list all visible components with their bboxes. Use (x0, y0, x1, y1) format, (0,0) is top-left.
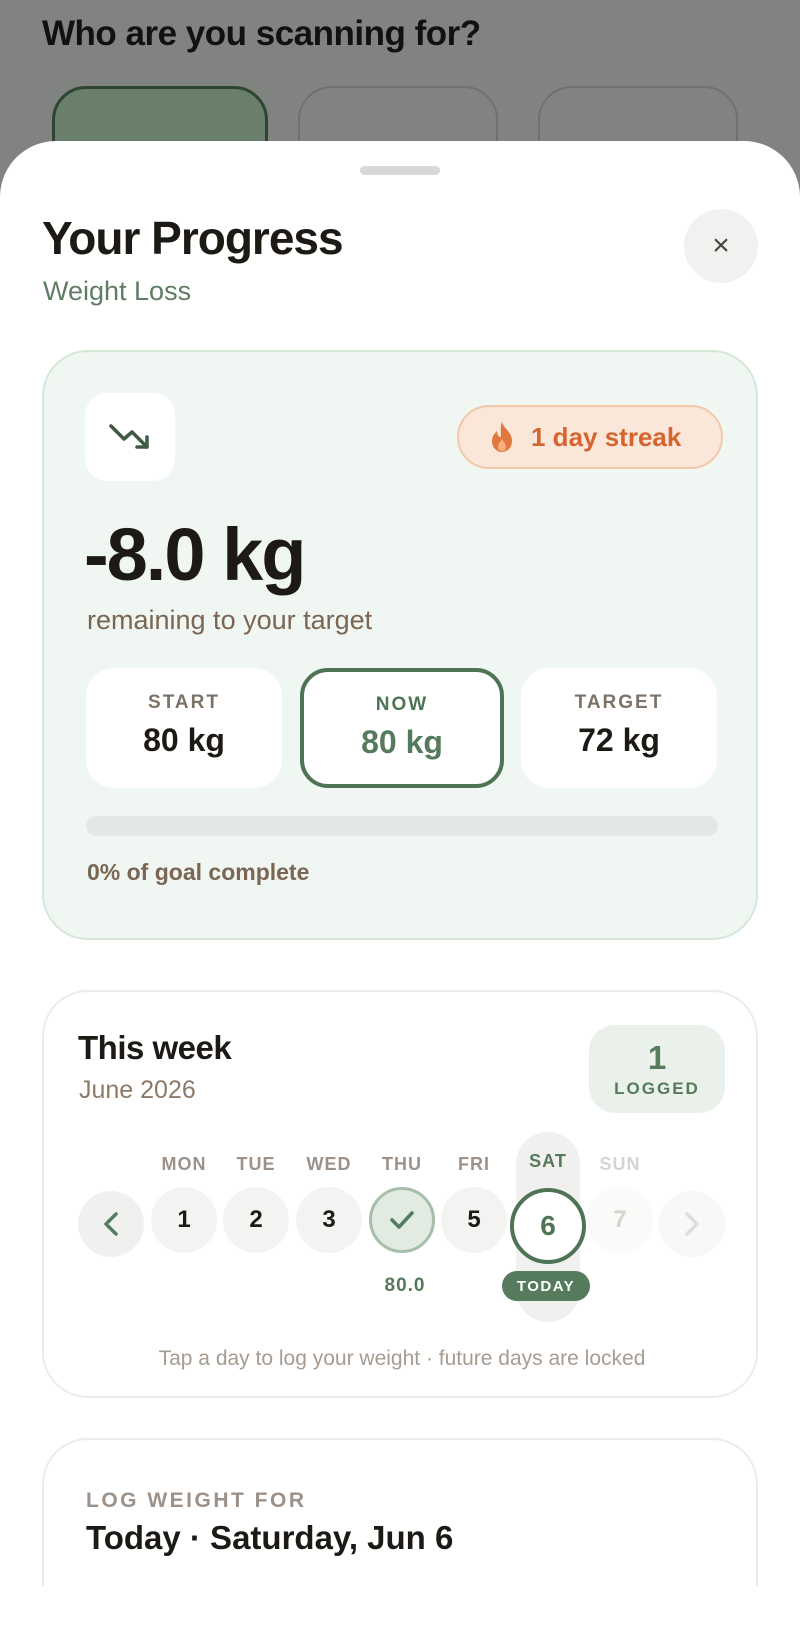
current-weight-card[interactable]: NOW 80 kg (300, 668, 504, 788)
goal-type-subtitle: Weight Loss (43, 276, 192, 306)
day-button-thu[interactable] (369, 1187, 435, 1253)
flame-icon (492, 422, 512, 452)
day-label-sun: SUN (599, 1154, 641, 1174)
close-button[interactable]: × (684, 209, 758, 283)
week-title: This week (78, 1029, 232, 1066)
start-weight-card: START 80 kg (86, 668, 282, 788)
logged-label: LOGGED (614, 1079, 700, 1098)
remaining-label: remaining to your target (87, 605, 373, 635)
streak-label: 1 day streak (531, 421, 682, 452)
day-button-wed[interactable]: 3 (296, 1187, 362, 1253)
bottom-edge (0, 1586, 800, 1628)
background-title: Who are you scanning for? (42, 14, 481, 53)
start-label: START (148, 692, 220, 713)
day-button-fri[interactable]: 5 (441, 1187, 507, 1253)
week-hint: Tap a day to log your weight · future da… (158, 1347, 646, 1370)
day-label-thu: THU (382, 1154, 422, 1174)
today-badge: TODAY (502, 1271, 590, 1301)
day-label-mon: MON (161, 1154, 207, 1174)
day-button-tue[interactable]: 2 (223, 1187, 289, 1253)
logged-count-badge: 1 LOGGED (589, 1025, 725, 1113)
progress-sheet: Your Progress Weight Loss × 1 day streak… (0, 141, 800, 1628)
streak-badge: 1 day streak (457, 405, 723, 469)
chevron-right-icon (685, 1212, 699, 1236)
day-button-sun: 7 (587, 1187, 653, 1253)
chevron-left-icon (104, 1212, 118, 1236)
goal-progress-bar (86, 816, 718, 836)
close-icon: × (712, 229, 730, 262)
day-button-sat[interactable]: 6 (510, 1188, 586, 1264)
start-value: 80 kg (143, 722, 225, 758)
logged-count: 1 (647, 1039, 667, 1076)
logged-weight-thu: 80.0 (384, 1275, 426, 1296)
progress-card: 1 day streak -8.0 kg remaining to your t… (42, 350, 758, 940)
day-label-sat: SAT (529, 1151, 567, 1171)
week-card: This week June 2026 1 LOGGED MON TUE WED… (42, 990, 758, 1398)
sheet-drag-handle[interactable] (360, 166, 440, 175)
now-label: NOW (375, 694, 429, 715)
week-month: June 2026 (79, 1076, 196, 1104)
target-weight-card: TARGET 72 kg (521, 668, 717, 788)
log-weight-date: Today · Saturday, Jun 6 (86, 1519, 454, 1556)
day-button-mon[interactable]: 1 (151, 1187, 217, 1253)
remaining-weight-value: -8.0 kg (84, 513, 306, 596)
target-value: 72 kg (578, 722, 660, 758)
goal-complete-text: 0% of goal complete (87, 859, 310, 885)
trending-down-icon (109, 424, 149, 449)
previous-week-button[interactable] (78, 1191, 144, 1257)
day-label-fri: FRI (458, 1154, 490, 1174)
next-week-button (659, 1191, 725, 1257)
trend-badge (85, 393, 175, 481)
day-label-wed: WED (306, 1154, 352, 1174)
target-label: TARGET (574, 692, 664, 713)
now-value: 80 kg (361, 724, 443, 760)
check-icon (390, 1211, 414, 1229)
log-weight-label: LOG WEIGHT FOR (86, 1489, 307, 1512)
page-title: Your Progress (42, 212, 344, 264)
day-label-tue: TUE (236, 1154, 276, 1174)
